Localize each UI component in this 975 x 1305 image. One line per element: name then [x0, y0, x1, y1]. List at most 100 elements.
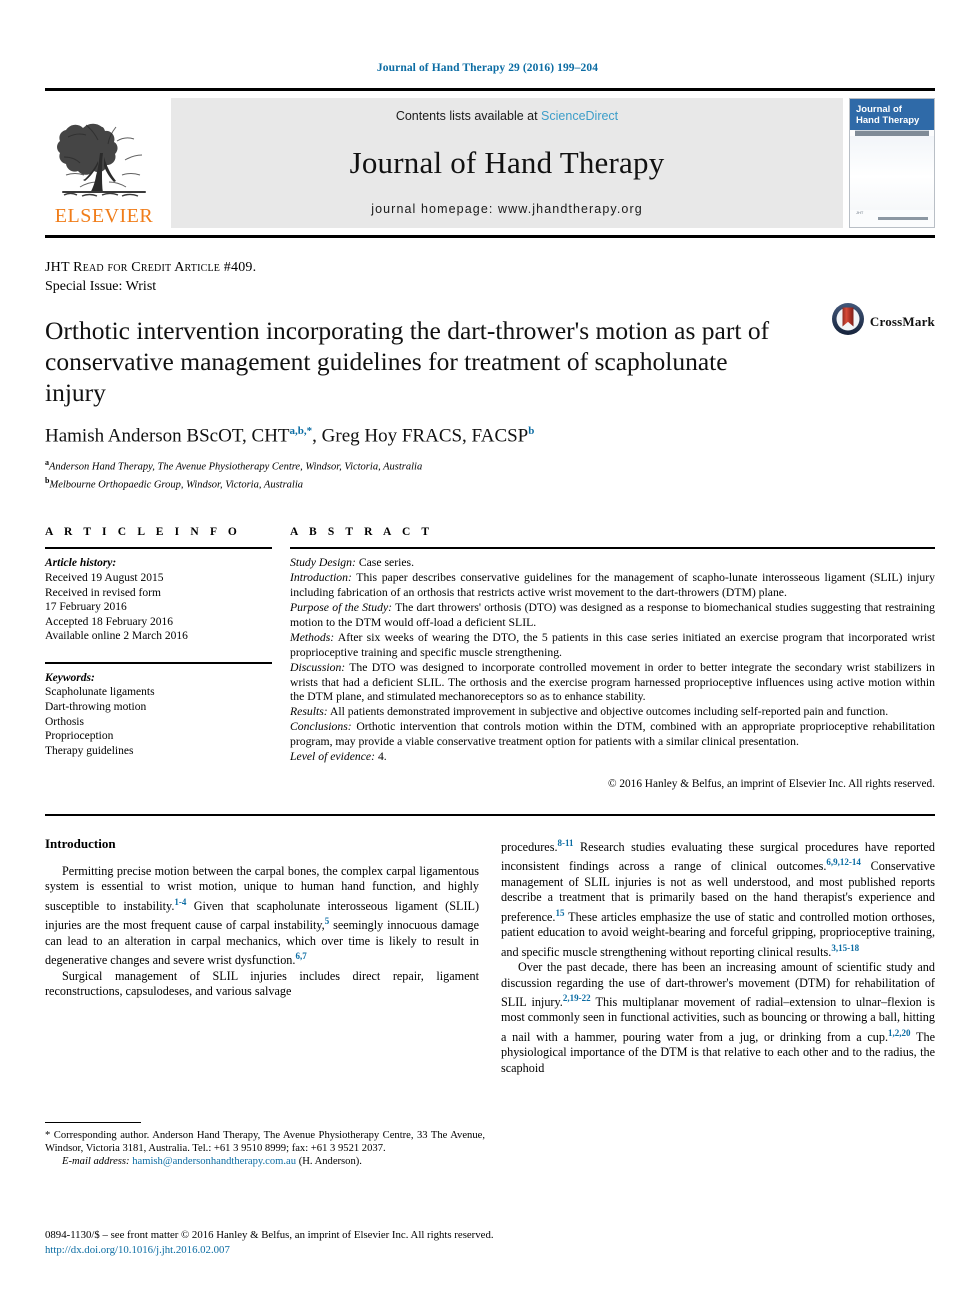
body-column-left: Introduction Permitting precise motion b… [45, 836, 479, 1076]
abstract-column: A B S T R A C T Study Design: Case serie… [290, 526, 935, 790]
citation-reference[interactable]: 6,7 [295, 951, 306, 961]
citation-reference[interactable]: 3,15-18 [831, 943, 859, 953]
abstract-section: Discussion: The DTO was designed to inco… [290, 661, 935, 706]
abstract-section-label: Introduction: [290, 571, 352, 585]
special-issue-line: Special Issue: Wrist [45, 279, 157, 294]
email-label: E-mail address: [62, 1156, 130, 1168]
info-abstract-row: A R T I C L E I N F O Article history: R… [45, 526, 935, 790]
article-info-column: A R T I C L E I N F O Article history: R… [45, 526, 272, 790]
cover-title-line1: Journal of [856, 104, 902, 115]
issn-line: 0894-1130/$ – see front matter © 2016 Ha… [45, 1229, 494, 1241]
abstract-section-label: Level of evidence: [290, 750, 376, 764]
abstract-section-text: Orthotic intervention that controls moti… [290, 720, 935, 749]
abstract-section: Introduction: This paper describes conse… [290, 571, 935, 601]
keyword-item: Therapy guidelines [45, 744, 134, 757]
email-suffix: (H. Anderson). [296, 1156, 362, 1168]
body-paragraph: Permitting precise motion between the ca… [45, 864, 479, 968]
citation-reference[interactable]: 1,2,20 [888, 1028, 911, 1038]
author-separator: , [312, 425, 322, 447]
footnote-rule [45, 1122, 141, 1123]
body-top-rule [45, 814, 935, 817]
abstract-section: Results: All patients demonstrated impro… [290, 705, 935, 720]
article-title: Orthotic intervention incorporating the … [45, 316, 770, 407]
abstract-section-text: All patients demonstrated improvement in… [327, 705, 889, 719]
section-heading-introduction: Introduction [45, 836, 116, 852]
abstract-section-text: Case series. [355, 556, 414, 570]
masthead-center-panel: Contents lists available at ScienceDirec… [171, 98, 843, 228]
keyword-item: Orthosis [45, 715, 84, 728]
abstract-section-text: 4. [375, 750, 387, 764]
history-line: Accepted 18 February 2016 [45, 615, 174, 628]
jht-credit-line: JHT Read for Credit Article #409. [45, 260, 257, 275]
journal-cover-thumbnail: Journal of Hand Therapy JHT [849, 98, 935, 228]
history-line: Received in revised form [45, 586, 161, 599]
keywords-rule: Keywords: Scapholunate ligaments Dart-th… [45, 661, 272, 759]
affiliation-a: aAnderson Hand Therapy, The Avenue Physi… [45, 456, 935, 474]
keywords-block: Keywords: Scapholunate ligaments Dart-th… [45, 671, 272, 759]
cover-artwork-area [850, 136, 934, 210]
keyword-item: Scapholunate ligaments [45, 686, 155, 699]
issn-copyright-block: 0894-1130/$ – see front matter © 2016 Ha… [45, 1228, 645, 1257]
cover-footer: JHT [850, 210, 934, 227]
masthead-bottom-rule [45, 235, 935, 238]
abstract-section-label: Purpose of the Study: [290, 601, 393, 615]
citation-reference[interactable]: 5 [325, 916, 330, 926]
abstract-section: Purpose of the Study: The dart throwers'… [290, 601, 935, 631]
crossmark-label: CrossMark [869, 313, 935, 329]
abstract-section-label: Methods: [290, 630, 335, 644]
abstract-section: Level of evidence: 4. [290, 750, 935, 765]
abstract-section-text: The DTO was designed to incorporate cont… [290, 660, 935, 704]
abstract-section-text: After six weeks of wearing the DTO, the … [290, 630, 935, 659]
history-line: Received 19 August 2015 [45, 571, 164, 584]
email-note: E-mail address: hamish@andersonhandthera… [45, 1155, 485, 1168]
citation-reference[interactable]: 15 [555, 908, 564, 918]
keyword-item: Proprioception [45, 730, 114, 743]
article-history-block: Article history: Received 19 August 2015… [45, 556, 272, 644]
author-name-2: Greg Hoy FRACS, FACSP [321, 425, 529, 447]
email-link[interactable]: hamish@andersonhandtherapy.com.au [132, 1156, 296, 1167]
body-paragraph: Over the past decade, there has been an … [501, 960, 936, 1075]
elsevier-wordmark: ELSEVIER [54, 205, 154, 227]
journal-title: Journal of Hand Therapy [349, 144, 665, 180]
body-paragraph: procedures.8-11 Research studies evaluat… [501, 838, 935, 959]
affiliation-b: bMelbourne Orthopaedic Group, Windsor, V… [45, 474, 935, 492]
journal-homepage-line[interactable]: journal homepage: www.jhandtherapy.org [371, 202, 643, 216]
body-column-right: procedures.8-11 Research studies evaluat… [501, 836, 935, 1076]
crossmark-badge[interactable]: CrossMark [831, 302, 935, 341]
running-head: Journal of Hand Therapy 29 (2016) 199–20… [376, 62, 599, 74]
citation-reference[interactable]: 2,19-22 [563, 993, 591, 1003]
abstract-section: Methods: After six weeks of wearing the … [290, 631, 935, 661]
author-list: Hamish Anderson BScOT, CHTa,b,*, Greg Ho… [45, 425, 935, 447]
article-header: JHT Read for Credit Article #409. Specia… [45, 260, 935, 492]
cover-title-line2: Hand Therapy [856, 115, 920, 126]
abstract-section: Conclusions: Orthotic intervention that … [290, 720, 935, 750]
abstract-section-label: Conclusions: [290, 720, 352, 734]
abstract-section-text: This paper describes conservative guidel… [290, 571, 935, 600]
sciencedirect-link[interactable]: ScienceDirect [541, 109, 618, 123]
abstract-section-label: Study Design: [290, 556, 356, 570]
footnote-block: * Corresponding author. Anderson Hand Th… [45, 1122, 485, 1169]
citation-reference[interactable]: 6,9,12-14 [826, 857, 861, 867]
history-line: 17 February 2016 [45, 601, 127, 614]
keywords-label: Keywords: [45, 671, 95, 684]
abstract-heading: A B S T R A C T [290, 526, 434, 539]
abstract-copyright: © 2016 Hanley & Belfus, an imprint of El… [607, 778, 935, 791]
citation-reference[interactable]: 8-11 [558, 838, 574, 848]
contents-prefix: Contents lists available at [395, 109, 542, 123]
history-line: Available online 2 March 2016 [45, 630, 188, 643]
contents-available-line: Contents lists available at ScienceDirec… [396, 109, 618, 123]
author-name-1: Hamish Anderson BScOT, CHT [45, 425, 290, 447]
journal-masthead: ELSEVIER Contents lists available at Sci… [45, 88, 935, 228]
author-2-affiliation-marker[interactable]: b [528, 425, 534, 437]
body-columns: Introduction Permitting precise motion b… [45, 836, 935, 1076]
abstract-body: Study Design: Case series. Introduction:… [290, 556, 935, 765]
cover-footer-bar [877, 217, 928, 220]
doi-link[interactable]: http://dx.doi.org/10.1016/j.jht.2016.02.… [45, 1243, 645, 1258]
elsevier-logo: ELSEVIER [45, 98, 163, 228]
body-paragraph: Surgical management of SLIL injuries inc… [45, 968, 479, 999]
crossmark-icon [831, 302, 865, 341]
citation-reference[interactable]: 1-4 [174, 897, 186, 907]
abstract-section-label: Results: [290, 705, 328, 719]
author-1-affiliation-marker[interactable]: a,b,* [290, 425, 313, 437]
abstract-rule: Study Design: Case series. Introduction:… [290, 547, 935, 790]
